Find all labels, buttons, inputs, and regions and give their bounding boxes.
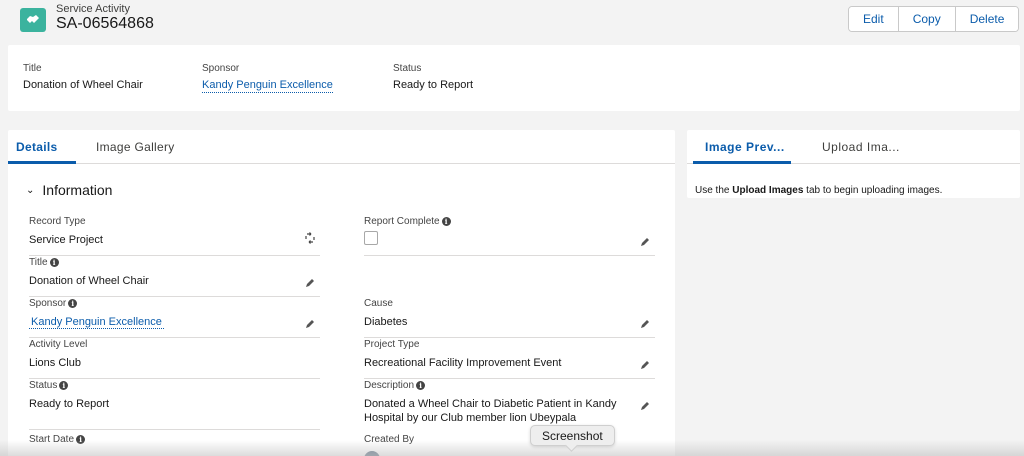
field-title: Title i Donation of Wheel Chair (29, 257, 320, 297)
field-label: Status i (29, 380, 69, 391)
edit-pencil-icon[interactable] (304, 277, 316, 289)
field-label: Record Type (29, 216, 86, 227)
chevron-down-icon: ⌄ (26, 184, 35, 196)
upload-instructions: Use the Upload Images tab to begin uploa… (695, 185, 943, 196)
field-value: Recreational Facility Improvement Event (364, 357, 562, 369)
details-tabs: Details Image Gallery (8, 130, 675, 164)
highlights-panel: Title Donation of Wheel Chair Sponsor Ka… (8, 45, 1020, 111)
field-report-complete: Report Complete i (364, 216, 655, 256)
edit-pencil-icon[interactable] (304, 318, 316, 330)
info-icon[interactable]: i (49, 258, 59, 267)
field-value: Service Project (29, 234, 103, 246)
field-status: Status i Ready to Report (29, 380, 320, 430)
field-value: Lions Club (29, 357, 81, 369)
delete-button[interactable]: Delete (955, 7, 1019, 31)
field-label: Project Type (364, 339, 420, 350)
field-label: Cause (364, 298, 393, 309)
field-label: Report Complete i (364, 216, 451, 227)
copy-button[interactable]: Copy (898, 7, 956, 31)
details-card: Details Image Gallery ⌄ Information Reco… (8, 130, 675, 456)
active-tab-indicator (8, 161, 76, 164)
field-value: Diabetes (364, 316, 408, 328)
tab-details[interactable]: Details (16, 140, 57, 154)
field-description: Description i Donated a Wheel Chair to Di… (364, 380, 655, 430)
field-project-type: Project Type Recreational Facility Impro… (364, 339, 655, 379)
field-record-type: Record Type Service Project (29, 216, 320, 256)
highlight-sponsor: Sponsor Kandy Penguin Excellence (202, 63, 333, 93)
info-icon[interactable]: i (68, 299, 78, 308)
record-header: Service Activity SA-06564868 Edit Copy D… (0, 0, 1024, 44)
field-label: Description i (364, 380, 426, 391)
screenshot-tooltip: Screenshot (530, 425, 615, 446)
field-label: Activity Level (29, 339, 88, 350)
highlight-sponsor-link[interactable]: Kandy Penguin Excellence (202, 79, 333, 93)
highlight-status-value: Ready to Report (393, 79, 474, 91)
edit-button[interactable]: Edit (849, 7, 899, 31)
active-tab-indicator (693, 161, 791, 164)
tab-image-gallery[interactable]: Image Gallery (96, 140, 175, 154)
edit-pencil-icon[interactable] (639, 318, 651, 330)
edit-pencil-icon[interactable] (639, 236, 651, 248)
handshake-icon (20, 8, 46, 32)
bottom-shadow (0, 440, 1024, 456)
highlight-title: Title Donation of Wheel Chair (23, 63, 143, 91)
object-type-label: Service Activity (56, 3, 130, 15)
field-cause: Cause Diabetes (364, 298, 655, 338)
record-actions: Edit Copy Delete (848, 6, 1020, 32)
info-icon[interactable]: i (59, 381, 69, 390)
info-icon[interactable]: i (441, 217, 451, 226)
highlight-title-value: Donation of Wheel Chair (23, 79, 143, 91)
highlight-status-label: Status (393, 63, 422, 74)
image-side-card: Image Prev... Upload Ima... Use the Uplo… (687, 130, 1020, 198)
highlight-sponsor-label: Sponsor (202, 63, 240, 74)
record-name: SA-06564868 (56, 15, 154, 32)
edit-pencil-icon[interactable] (639, 359, 651, 371)
field-value: Donated a Wheel Chair to Diabetic Patien… (364, 398, 617, 424)
field-value: Donation of Wheel Chair (29, 275, 149, 287)
sponsor-link[interactable]: Kandy Penguin Excellence (29, 316, 164, 329)
image-tabs: Image Prev... Upload Ima... (687, 130, 1020, 164)
tab-upload-images[interactable]: Upload Ima... (822, 140, 900, 154)
field-activity-level: Activity Level Lions Club (29, 339, 320, 379)
field-label: Sponsor i (29, 298, 78, 309)
highlight-title-label: Title (23, 63, 42, 74)
information-section-toggle[interactable]: ⌄ Information (26, 182, 112, 198)
info-icon[interactable]: i (416, 381, 426, 390)
field-value: Kandy Penguin Excellence (29, 315, 164, 329)
field-label: Title i (29, 257, 59, 268)
change-record-type-icon[interactable] (304, 232, 316, 244)
edit-pencil-icon[interactable] (639, 400, 651, 412)
highlight-status: Status Ready to Report (393, 63, 473, 91)
tab-image-preview[interactable]: Image Prev... (705, 140, 785, 154)
field-sponsor: Sponsor i Kandy Penguin Excellence (29, 298, 320, 338)
section-title: Information (42, 182, 113, 198)
report-complete-checkbox[interactable] (364, 231, 378, 245)
field-value: Ready to Report (29, 398, 110, 410)
